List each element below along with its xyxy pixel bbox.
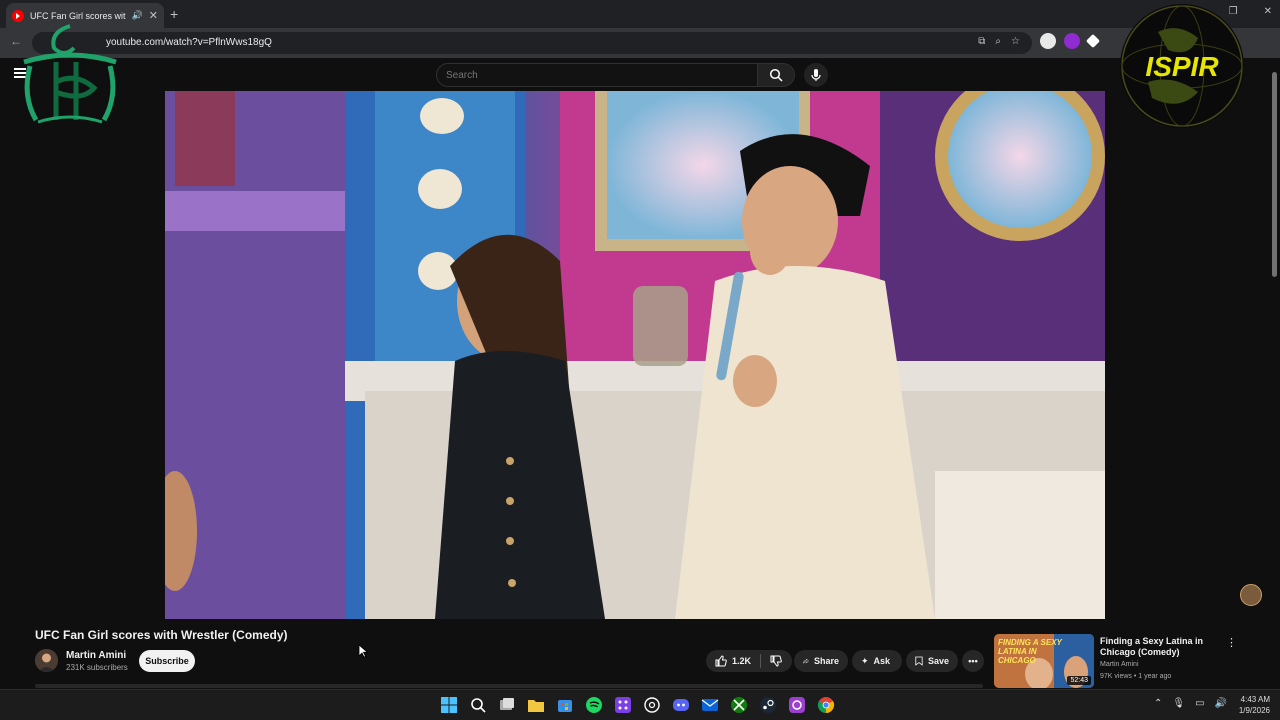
- windows-start-icon[interactable]: [440, 696, 458, 714]
- spotify-like-app-icon[interactable]: [585, 696, 603, 714]
- more-actions-button[interactable]: •••: [962, 650, 984, 672]
- chatgpt-icon[interactable]: [643, 696, 661, 714]
- page-scrollbar-thumb[interactable]: [1272, 72, 1277, 277]
- subscriber-count: 231K subscribers: [66, 663, 128, 672]
- microphone-tray-icon[interactable]: 🎙: [1172, 698, 1185, 709]
- taskbar-apps: [440, 696, 835, 714]
- description-box-edge: [35, 684, 983, 688]
- install-app-icon[interactable]: ⧉: [978, 36, 985, 47]
- save-button[interactable]: Save: [906, 650, 958, 672]
- xbox-icon[interactable]: [730, 696, 748, 714]
- file-explorer-icon[interactable]: [527, 696, 545, 714]
- thumbs-down-icon[interactable]: [770, 655, 782, 667]
- extension-icon[interactable]: [1085, 33, 1101, 49]
- divider: [760, 654, 762, 668]
- ispir-watermark-logo: ISPIR: [1120, 4, 1244, 128]
- address-bar[interactable]: youtube.com/watch?v=PflnWws18gQ ⧉ ⌕ ☆: [32, 32, 1032, 54]
- clock-time: 4:43 AM: [1240, 695, 1270, 704]
- share-label: Share: [813, 656, 839, 666]
- mouse-cursor-icon: [358, 644, 368, 658]
- tab-title: UFC Fan Girl scores with Wr: [29, 10, 126, 21]
- chevron-up-icon[interactable]: ⌃: [1154, 698, 1162, 709]
- extension-icon[interactable]: [1064, 33, 1080, 49]
- speaker-icon[interactable]: 🔊: [132, 10, 143, 21]
- search-icon: [769, 68, 783, 82]
- subscribe-button[interactable]: Subscribe: [139, 650, 195, 672]
- volume-icon[interactable]: 🔊: [1215, 698, 1227, 709]
- bookmark-star-icon[interactable]: ☆: [1011, 36, 1020, 47]
- discord-icon[interactable]: [672, 696, 690, 714]
- search-input[interactable]: [437, 64, 757, 86]
- video-player[interactable]: [165, 91, 1105, 619]
- omnibox-icons: ⧉ ⌕ ☆: [978, 36, 1020, 47]
- share-arrow-icon: [803, 658, 809, 664]
- system-tray: ⌃ 🎙 ▭ 🔊: [1154, 698, 1227, 709]
- channel-name[interactable]: Martin Amini: [66, 650, 126, 661]
- ispir-logo-text: ISPIR: [1145, 51, 1219, 82]
- channel-avatar[interactable]: [35, 649, 58, 672]
- extension-icon[interactable]: [1040, 33, 1056, 49]
- microphone-icon: [811, 69, 821, 81]
- microsoft-store-icon[interactable]: [556, 696, 574, 714]
- zoom-icon[interactable]: ⌕: [995, 36, 1001, 47]
- sparkle-icon: ✦: [861, 655, 869, 666]
- system-clock[interactable]: 4:43 AM 1/9/2026: [1228, 694, 1270, 716]
- recommendation-thumbnail[interactable]: FINDING A SEXY LATINA IN CHICAGO 52:43: [994, 634, 1094, 688]
- clock-date: 1/9/2026: [1238, 706, 1270, 715]
- floating-avatar[interactable]: [1240, 584, 1262, 606]
- thumbs-up-icon[interactable]: [715, 655, 727, 667]
- video-duration: 52:43: [1067, 676, 1091, 685]
- search-field[interactable]: [436, 63, 758, 87]
- share-button[interactable]: Share: [794, 650, 848, 672]
- recommendation-meta: 97K views • 1 year ago: [1100, 673, 1172, 680]
- close-tab-icon[interactable]: ✕: [149, 9, 158, 22]
- task-view-icon[interactable]: [498, 696, 516, 714]
- bookmark-icon: [915, 656, 923, 666]
- recommendation-menu-icon[interactable]: ⋮: [1226, 636, 1237, 649]
- extension-icons: [1040, 33, 1101, 49]
- ask-button[interactable]: ✦ Ask: [852, 650, 902, 672]
- youtube-masthead: [0, 58, 1280, 91]
- steam-icon[interactable]: [759, 696, 777, 714]
- outlook-mail-icon[interactable]: [701, 696, 719, 714]
- new-tab-icon[interactable]: +: [170, 6, 178, 22]
- more-horizontal-icon: •••: [968, 656, 978, 666]
- voice-search-button[interactable]: [804, 63, 828, 87]
- taskbar-search-icon[interactable]: [469, 696, 487, 714]
- search-button[interactable]: [757, 63, 795, 87]
- channel-avatar-image: [35, 649, 58, 672]
- url-text: youtube.com/watch?v=PflnWws18gQ: [106, 37, 272, 48]
- recommendation-thumbnail-text: FINDING A SEXY LATINA IN CHICAGO: [998, 638, 1062, 665]
- ask-label: Ask: [873, 656, 891, 666]
- channel-watermark-logo: [23, 24, 117, 124]
- browser-tab-strip: UFC Fan Girl scores with Wr 🔊 ✕ + — ❐ ✕: [0, 0, 1280, 28]
- video-frame: [165, 91, 1105, 619]
- like-count[interactable]: 1.2K: [732, 656, 751, 666]
- app-icon[interactable]: [788, 696, 806, 714]
- app-grid-icon[interactable]: [614, 696, 632, 714]
- save-label: Save: [927, 656, 949, 666]
- recommendation-channel[interactable]: Martin Amini: [1100, 661, 1139, 668]
- windows-taskbar: ⌃ 🎙 ▭ 🔊 4:43 AM 1/9/2026: [0, 689, 1280, 720]
- video-title: UFC Fan Girl scores with Wrestler (Comed…: [35, 628, 288, 642]
- network-icon[interactable]: ▭: [1195, 698, 1204, 709]
- like-dislike-group: 1.2K: [706, 650, 792, 672]
- chrome-icon[interactable]: [817, 696, 835, 714]
- recommendation-title[interactable]: Finding a Sexy Latina in Chicago (Comedy…: [1100, 636, 1220, 658]
- browser-toolbar: ← youtube.com/watch?v=PflnWws18gQ ⧉ ⌕ ☆: [0, 28, 1280, 58]
- youtube-favicon-icon: [12, 9, 24, 22]
- close-window-icon[interactable]: ✕: [1264, 6, 1272, 17]
